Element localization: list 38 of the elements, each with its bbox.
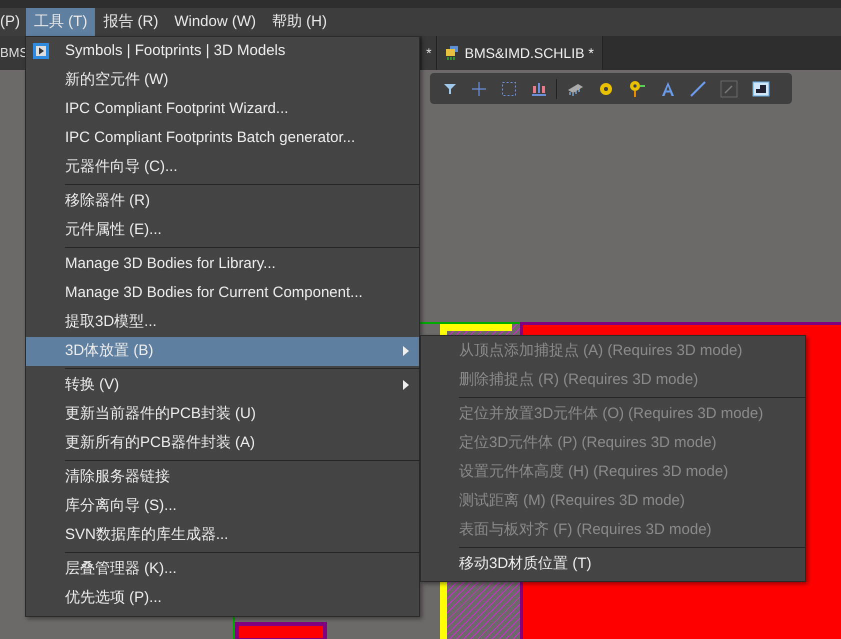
menu-bar-item[interactable]: Window (W) [166,8,264,36]
menu-bar-item[interactable]: (P) [0,8,26,36]
text-icon[interactable] [660,80,676,96]
menu-item[interactable]: 3D体放置 (B) [26,337,419,366]
submenu-arrow-icon [403,380,409,390]
filter-icon[interactable] [443,82,457,96]
menu-item[interactable]: 优先选项 (P)... [26,584,419,613]
menu-item[interactable]: 移除器件 (R) [26,187,419,216]
menu-item[interactable]: 元器件向导 (C)... [26,153,419,182]
menu-item[interactable]: 更新所有的PCB器件封装 (A) [26,429,419,458]
menu-bar-item[interactable]: 报告 (R) [95,8,166,36]
menu-item[interactable]: Manage 3D Bodies for Current Component... [26,279,419,308]
menu-item[interactable]: 提取3D模型... [26,308,419,337]
menu-item[interactable]: 层叠管理器 (K)... [26,555,419,584]
menu-item[interactable]: 库分离向导 (S)... [26,492,419,521]
menu-item[interactable]: 清除服务器链接 [26,463,419,492]
submenu-arrow-icon [403,346,409,356]
chip-icon[interactable] [566,82,584,96]
menu-item[interactable]: 元件属性 (E)... [26,216,419,245]
document-tab[interactable]: BMS&IMD.SCHLIB * [436,36,603,70]
document-tab[interactable]: * [422,36,437,70]
menu-item[interactable]: 转换 (V) [26,371,419,400]
menu-item[interactable]: IPC Compliant Footprints Batch generator... [26,124,419,153]
menu-item[interactable]: 移动3D材质位置 (T) [421,550,805,579]
selection-rectangle-icon[interactable] [501,80,517,96]
schematic-library-icon [444,45,459,61]
bar-chart-icon[interactable] [531,80,547,96]
via-icon[interactable] [628,80,646,98]
menu-item[interactable]: SVN数据库的库生成器... [26,521,419,550]
menu-item[interactable]: 更新当前器件的PCB封装 (U) [26,400,419,429]
crosshair-icon[interactable] [471,80,487,96]
menu-item[interactable]: IPC Compliant Footprint Wizard... [26,95,419,124]
region-icon[interactable] [752,80,770,96]
play-icon [33,43,49,59]
menu-item[interactable]: Manage 3D Bodies for Library... [26,250,419,279]
menu-bar-item[interactable]: 帮助 (H) [264,8,335,36]
pad-icon[interactable] [598,80,614,96]
line-icon[interactable] [690,80,706,96]
